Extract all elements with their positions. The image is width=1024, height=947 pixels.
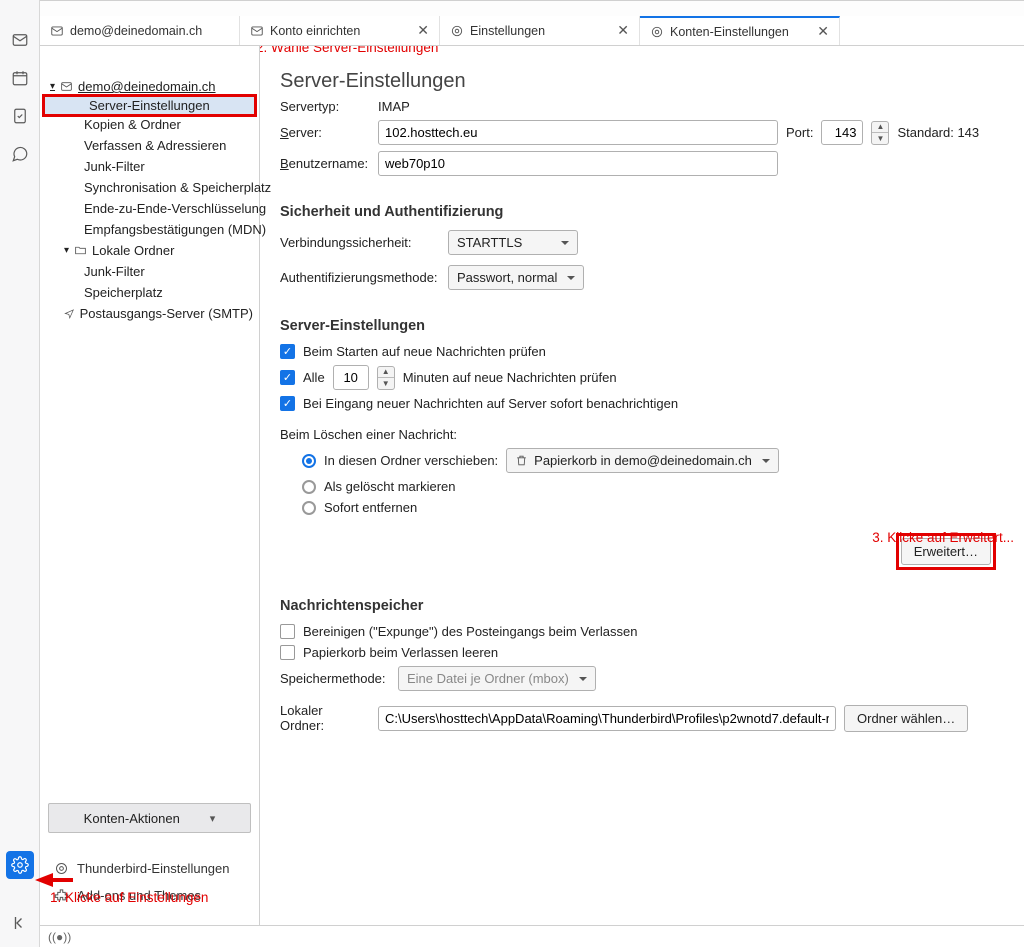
tab-setup[interactable]: Konto einrichten ✕ bbox=[240, 16, 440, 45]
annotation-2: 2. Wähle Server-Einstellungen bbox=[260, 46, 438, 55]
settings-sidebar: ▾ demo@deinedomain.ch Server-Einstellung… bbox=[40, 46, 260, 925]
delete-move-radio[interactable] bbox=[302, 454, 316, 468]
tab-label: demo@deinedomain.ch bbox=[70, 24, 202, 38]
local-folder-input[interactable] bbox=[378, 706, 836, 731]
account-name: demo@deinedomain.ch bbox=[78, 79, 216, 94]
mail-icon bbox=[60, 80, 73, 93]
check-interval-checkbox[interactable]: ✓ bbox=[280, 370, 295, 385]
sidebar-local-disk[interactable]: Speicherplatz bbox=[40, 282, 259, 303]
send-icon bbox=[64, 307, 75, 320]
calendar-rail-icon[interactable] bbox=[6, 64, 34, 92]
authmethod-label: Authentifizierungsmethode: bbox=[280, 270, 440, 285]
sidebar-item-mdn[interactable]: Empfangsbestätigungen (MDN) bbox=[40, 219, 259, 240]
collapse-rail-icon[interactable] bbox=[6, 909, 34, 937]
sidebar-item-e2e[interactable]: Ende-zu-Ende-Verschlüsselung bbox=[40, 198, 259, 219]
sidebar-local-folders[interactable]: ▾ Lokale Ordner bbox=[40, 240, 259, 261]
annotation-arrow-icon bbox=[35, 873, 53, 887]
page-title: Server-Einstellungen bbox=[280, 70, 1004, 93]
empty-trash-label: Papierkorb beim Verlassen leeren bbox=[303, 645, 498, 660]
delete-move-label: In diesen Ordner verschieben: bbox=[324, 453, 498, 468]
sidebar-item-copies[interactable]: Kopien & Ordner bbox=[40, 114, 259, 135]
tab-label: Konten-Einstellungen bbox=[670, 25, 789, 39]
message-store-heading: Nachrichtenspeicher bbox=[280, 598, 1004, 614]
close-icon[interactable]: ✕ bbox=[617, 22, 629, 39]
titlebar-spacer bbox=[40, 0, 1024, 16]
sidebar-item-compose[interactable]: Verfassen & Adressieren bbox=[40, 135, 259, 156]
tabbar: demo@deinedomain.ch Konto einrichten ✕ E… bbox=[40, 16, 1024, 46]
server-settings-heading: Server-Einstellungen bbox=[280, 318, 1004, 334]
account-actions-button[interactable]: Konten-Aktionen ▾ bbox=[48, 803, 251, 833]
thunderbird-settings-link[interactable]: Thunderbird-Einstellungen bbox=[48, 855, 251, 882]
trash-icon bbox=[515, 454, 528, 467]
content-panel: Server-Einstellungen Servertyp: IMAP Ser… bbox=[260, 46, 1024, 925]
servertype-label: Servertyp: bbox=[280, 99, 370, 114]
servertype-value: IMAP bbox=[378, 99, 410, 114]
close-icon[interactable]: ✕ bbox=[417, 22, 429, 39]
tab-label: Konto einrichten bbox=[270, 24, 360, 38]
username-input[interactable] bbox=[378, 151, 778, 176]
interval-spinner[interactable]: ▲▼ bbox=[377, 366, 395, 390]
delete-mark-radio[interactable] bbox=[302, 480, 316, 494]
expunge-label: Bereinigen ("Expunge") des Posteingangs … bbox=[303, 624, 637, 639]
settings-rail-icon[interactable] bbox=[6, 851, 34, 879]
port-spinner[interactable]: ▲▼ bbox=[871, 121, 889, 145]
annotation-1: 1. Klicke auf Einstellungen bbox=[50, 890, 208, 905]
server-label: Server: bbox=[280, 125, 370, 140]
delete-heading: Beim Löschen einer Nachricht: bbox=[280, 427, 1004, 442]
tab-label: Einstellungen bbox=[470, 24, 545, 38]
delete-remove-label: Sofort entfernen bbox=[324, 500, 417, 515]
check-on-start-checkbox[interactable]: ✓ bbox=[280, 344, 295, 359]
sidebar-item-junk[interactable]: Junk-Filter bbox=[40, 156, 259, 177]
username-label: Benutzername: bbox=[280, 156, 370, 171]
trash-folder-select[interactable]: Papierkorb in demo@deinedomain.ch bbox=[506, 448, 779, 473]
mail-icon bbox=[250, 24, 264, 38]
security-heading: Sicherheit und Authentifizierung bbox=[280, 204, 1004, 220]
gear-icon bbox=[650, 25, 664, 39]
check-interval-input[interactable] bbox=[333, 365, 369, 390]
tab-account-settings[interactable]: Konten-Einstellungen ✕ bbox=[640, 16, 840, 45]
folder-icon bbox=[74, 244, 87, 257]
check-interval-post: Minuten auf neue Nachrichten prüfen bbox=[403, 370, 617, 385]
expunge-checkbox[interactable]: ✓ bbox=[280, 624, 295, 639]
mail-icon bbox=[50, 24, 64, 38]
close-icon[interactable]: ✕ bbox=[817, 23, 829, 40]
check-interval-pre: Alle bbox=[303, 370, 325, 385]
status-icon: ((●)) bbox=[48, 930, 71, 944]
chat-rail-icon[interactable] bbox=[6, 140, 34, 168]
gear-icon bbox=[450, 24, 464, 38]
sidebar-outgoing[interactable]: Postausgangs-Server (SMTP) bbox=[40, 303, 259, 324]
choose-folder-button[interactable]: Ordner wählen… bbox=[844, 705, 968, 732]
tab-account[interactable]: demo@deinedomain.ch bbox=[40, 16, 240, 45]
delete-mark-label: Als gelöscht markieren bbox=[324, 479, 456, 494]
sidebar-item-sync[interactable]: Synchronisation & Speicherplatz bbox=[40, 177, 259, 198]
gear-icon bbox=[54, 861, 69, 876]
standard-port: Standard: 143 bbox=[897, 125, 979, 140]
status-bar: ((●)) bbox=[40, 925, 1024, 947]
sidebar-local-junk[interactable]: Junk-Filter bbox=[40, 261, 259, 282]
port-label: Port: bbox=[786, 125, 813, 140]
storemethod-label: Speichermethode: bbox=[280, 671, 390, 686]
delete-remove-radio[interactable] bbox=[302, 501, 316, 515]
tasks-rail-icon[interactable] bbox=[6, 102, 34, 130]
tab-settings[interactable]: Einstellungen ✕ bbox=[440, 16, 640, 45]
left-rail bbox=[0, 0, 40, 947]
check-on-start-label: Beim Starten auf neue Nachrichten prüfen bbox=[303, 344, 546, 359]
empty-trash-checkbox[interactable]: ✓ bbox=[280, 645, 295, 660]
server-input[interactable] bbox=[378, 120, 778, 145]
annotation-3: 3. Klicke auf Erweitert... bbox=[872, 530, 1014, 545]
notify-on-arrival-label: Bei Eingang neuer Nachrichten auf Server… bbox=[303, 396, 678, 411]
local-folder-label: Lokaler Ordner: bbox=[280, 703, 370, 733]
connection-security-select[interactable]: STARTTLS bbox=[448, 230, 578, 255]
store-method-select: Eine Datei je Ordner (mbox) bbox=[398, 666, 596, 691]
auth-method-select[interactable]: Passwort, normal bbox=[448, 265, 584, 290]
mail-rail-icon[interactable] bbox=[6, 26, 34, 54]
port-input[interactable] bbox=[821, 120, 863, 145]
connsec-label: Verbindungssicherheit: bbox=[280, 235, 440, 250]
notify-on-arrival-checkbox[interactable]: ✓ bbox=[280, 396, 295, 411]
chevron-down-icon: ▾ bbox=[210, 812, 216, 825]
